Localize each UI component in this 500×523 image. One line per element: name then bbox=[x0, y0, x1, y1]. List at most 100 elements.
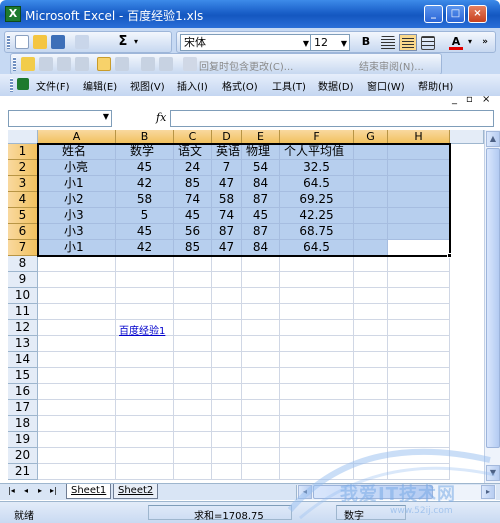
cell-h8[interactable] bbox=[388, 256, 450, 272]
save-icon[interactable] bbox=[51, 35, 65, 49]
cell-a9[interactable] bbox=[38, 272, 116, 288]
cell-f3[interactable]: 64.5 bbox=[280, 176, 354, 192]
cell-e14[interactable] bbox=[242, 352, 280, 368]
cell-g12[interactable] bbox=[354, 320, 388, 336]
cell-c18[interactable] bbox=[174, 416, 212, 432]
cell-c3[interactable]: 85 bbox=[174, 176, 212, 192]
cell-c12[interactable] bbox=[174, 320, 212, 336]
cell-g7[interactable] bbox=[354, 240, 388, 256]
cell-g20[interactable] bbox=[354, 448, 388, 464]
cell-h3[interactable] bbox=[388, 176, 450, 192]
cell-a8[interactable] bbox=[38, 256, 116, 272]
cell-c2[interactable]: 24 bbox=[174, 160, 212, 176]
cell-g10[interactable] bbox=[354, 288, 388, 304]
cell-a15[interactable] bbox=[38, 368, 116, 384]
cell-c17[interactable] bbox=[174, 400, 212, 416]
fill-handle[interactable] bbox=[447, 253, 452, 258]
row-header-19[interactable]: 19 bbox=[8, 432, 38, 448]
cell-f9[interactable] bbox=[280, 272, 354, 288]
font-size-select[interactable]: 12 ▼ bbox=[310, 34, 350, 51]
last-sheet-icon[interactable]: ▸| bbox=[50, 486, 57, 495]
workbook-minimize-icon[interactable]: _ bbox=[452, 94, 457, 105]
cell-h21[interactable] bbox=[388, 464, 450, 480]
row-header-5[interactable]: 5 bbox=[8, 208, 38, 224]
menu-format[interactable]: 格式(O) bbox=[222, 78, 258, 93]
cell-c10[interactable] bbox=[174, 288, 212, 304]
cell-f10[interactable] bbox=[280, 288, 354, 304]
cell-d6[interactable]: 87 bbox=[212, 224, 242, 240]
cell-e17[interactable] bbox=[242, 400, 280, 416]
horizontal-scroll-thumb[interactable] bbox=[313, 485, 433, 499]
cell-a14[interactable] bbox=[38, 352, 116, 368]
cell-c16[interactable] bbox=[174, 384, 212, 400]
cell-d9[interactable] bbox=[212, 272, 242, 288]
column-header-g[interactable]: G bbox=[354, 130, 388, 144]
cell-f18[interactable] bbox=[280, 416, 354, 432]
cell-e2[interactable]: 54 bbox=[242, 160, 280, 176]
cell-e1[interactable]: 物理 bbox=[242, 144, 280, 160]
cell-d3[interactable]: 47 bbox=[212, 176, 242, 192]
cell-a18[interactable] bbox=[38, 416, 116, 432]
cell-d16[interactable] bbox=[212, 384, 242, 400]
column-header-a[interactable]: A bbox=[38, 130, 116, 144]
undo-icon[interactable] bbox=[75, 35, 89, 49]
chevron-down-icon[interactable]: ▾ bbox=[131, 34, 141, 51]
cell-h1[interactable] bbox=[388, 144, 450, 160]
prev-sheet-icon[interactable]: ◂ bbox=[24, 486, 28, 495]
toolbar-grip[interactable] bbox=[7, 35, 10, 49]
cell-h4[interactable] bbox=[388, 192, 450, 208]
cell-b20[interactable] bbox=[116, 448, 174, 464]
cell-g15[interactable] bbox=[354, 368, 388, 384]
cell-g13[interactable] bbox=[354, 336, 388, 352]
cell-a4[interactable]: 小2 bbox=[38, 192, 116, 208]
toolbar-options-icon[interactable]: » bbox=[479, 34, 491, 51]
open-folder-icon[interactable] bbox=[33, 35, 47, 49]
toolbar-grip[interactable] bbox=[13, 57, 16, 71]
row-header-8[interactable]: 8 bbox=[8, 256, 38, 272]
cell-h2[interactable] bbox=[388, 160, 450, 176]
cell-d5[interactable]: 74 bbox=[212, 208, 242, 224]
menu-window[interactable]: 窗口(W) bbox=[367, 78, 405, 93]
cell-h10[interactable] bbox=[388, 288, 450, 304]
cell-d13[interactable] bbox=[212, 336, 242, 352]
cell-h19[interactable] bbox=[388, 432, 450, 448]
cell-e20[interactable] bbox=[242, 448, 280, 464]
cell-d18[interactable] bbox=[212, 416, 242, 432]
cell-f11[interactable] bbox=[280, 304, 354, 320]
row-header-3[interactable]: 3 bbox=[8, 176, 38, 192]
cell-a3[interactable]: 小1 bbox=[38, 176, 116, 192]
cell-a19[interactable] bbox=[38, 432, 116, 448]
cell-a12[interactable] bbox=[38, 320, 116, 336]
cell-f2[interactable]: 32.5 bbox=[280, 160, 354, 176]
sheet-tab-sheet2[interactable]: Sheet2 bbox=[113, 484, 159, 499]
scroll-up-icon[interactable]: ▲ bbox=[486, 131, 500, 147]
scroll-left-icon[interactable]: ◂ bbox=[298, 485, 312, 499]
review-end-button[interactable]: 结束审阅(N)... bbox=[359, 58, 424, 73]
menu-edit[interactable]: 编辑(E) bbox=[83, 78, 117, 93]
column-header-b[interactable]: B bbox=[116, 130, 174, 144]
row-header-15[interactable]: 15 bbox=[8, 368, 38, 384]
cell-e21[interactable] bbox=[242, 464, 280, 480]
cell-e10[interactable] bbox=[242, 288, 280, 304]
cell-c8[interactable] bbox=[174, 256, 212, 272]
cell-b21[interactable] bbox=[116, 464, 174, 480]
cell-h17[interactable] bbox=[388, 400, 450, 416]
worksheet-grid[interactable]: A B C D E F G H 1 姓名 数学 语文 英语 物理 个人平均值 2 小亮 45 24 7 54 32.5 3 小… bbox=[8, 130, 484, 483]
cell-h6[interactable] bbox=[388, 224, 450, 240]
cell-c7[interactable]: 85 bbox=[174, 240, 212, 256]
cell-f1[interactable]: 个人平均值 bbox=[280, 144, 354, 160]
row-header-1[interactable]: 1 bbox=[8, 144, 38, 160]
select-all-corner[interactable] bbox=[8, 130, 38, 144]
cell-c20[interactable] bbox=[174, 448, 212, 464]
cell-d8[interactable] bbox=[212, 256, 242, 272]
cell-f4[interactable]: 69.25 bbox=[280, 192, 354, 208]
comment-next-icon[interactable] bbox=[57, 57, 71, 71]
row-header-16[interactable]: 16 bbox=[8, 384, 38, 400]
menu-file[interactable]: 文件(F) bbox=[36, 78, 70, 93]
cell-d2[interactable]: 7 bbox=[212, 160, 242, 176]
row-header-13[interactable]: 13 bbox=[8, 336, 38, 352]
cell-e7[interactable]: 84 bbox=[242, 240, 280, 256]
cell-f13[interactable] bbox=[280, 336, 354, 352]
cell-f20[interactable] bbox=[280, 448, 354, 464]
cell-e15[interactable] bbox=[242, 368, 280, 384]
